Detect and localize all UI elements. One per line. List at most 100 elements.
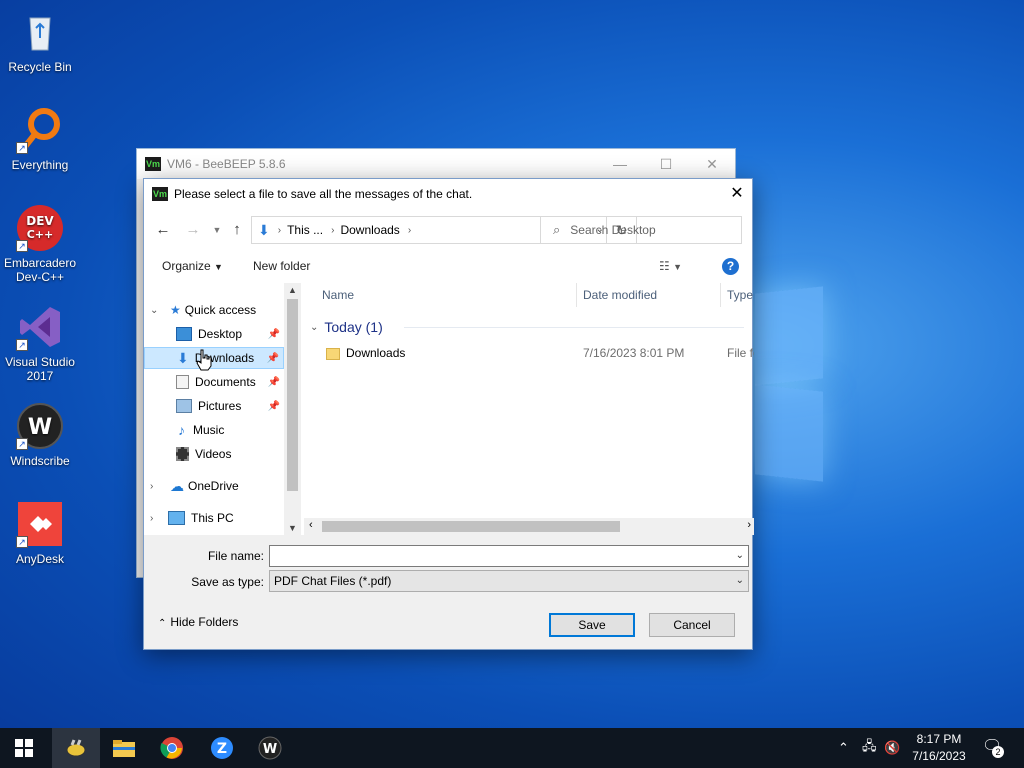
file-list: Name Date modified Type ⌄ Today (1) Down… — [304, 283, 754, 535]
beebeep-titlebar[interactable]: Vm VM6 - BeeBEEP 5.8.6 — ☐ ✕ — [137, 149, 735, 179]
navigation-bar: ← → ▼ ↑ ⬇ › This ... › Downloads › ⌄ ↻ ⌕… — [144, 215, 752, 245]
desktop-icon-label: Visual Studio 2017 — [5, 355, 75, 383]
up-arrow-icon[interactable]: ↑ — [226, 219, 248, 241]
nav-item-music[interactable]: ♪ Music — [144, 419, 284, 441]
pin-icon[interactable]: 📌 — [268, 329, 280, 340]
file-type-cell: File fo — [727, 346, 754, 360]
desktop-icon-visual-studio[interactable]: ↗ Visual Studio 2017 — [0, 303, 80, 383]
nav-item-desktop[interactable]: Desktop 📌 — [144, 323, 284, 345]
clock-time: 8:17 PM — [916, 732, 962, 746]
column-header-type[interactable]: Type — [721, 283, 761, 307]
save-button[interactable]: Save — [549, 613, 635, 637]
volume-muted-icon[interactable]: 🔇 — [884, 728, 900, 768]
notification-center-icon[interactable]: 🗨 2 — [982, 736, 1004, 758]
desktop-icon-anydesk[interactable]: ↗ AnyDesk — [0, 500, 80, 566]
windows-start-icon — [15, 739, 33, 757]
group-label: Today (1) — [324, 319, 383, 335]
start-button[interactable] — [0, 728, 48, 768]
chevron-down-icon: ⌄ — [310, 321, 319, 333]
search-placeholder: Search Desktop — [570, 223, 656, 237]
taskbar-zoom[interactable]: Z — [198, 728, 246, 768]
close-icon[interactable]: ✕ — [689, 156, 735, 173]
forward-arrow-icon[interactable]: → — [182, 219, 204, 241]
column-header-name[interactable]: Name — [304, 283, 577, 307]
chevron-right-icon[interactable]: › — [150, 513, 153, 524]
pin-icon[interactable]: 📌 — [267, 353, 279, 364]
new-folder-button[interactable]: New folder — [253, 259, 310, 273]
nav-this-pc[interactable]: › This PC — [144, 507, 284, 529]
close-icon[interactable]: ✕ — [722, 179, 752, 209]
nav-quick-access[interactable]: ⌄ ★ Quick access — [144, 299, 284, 321]
desktop-icon-everything[interactable]: ↗ Everything — [0, 106, 80, 172]
desktop-icon-devcpp[interactable]: DEV C++ ↗ Embarcadero Dev-C++ — [0, 204, 80, 284]
breadcrumb-this-pc[interactable]: This ... — [287, 223, 323, 237]
show-hidden-icons-chevron-icon[interactable]: ⌃ — [838, 728, 849, 768]
nav-item-label: Desktop — [198, 327, 243, 341]
scroll-left-icon[interactable]: ‹ — [309, 519, 313, 531]
nav-item-pictures[interactable]: Pictures 📌 — [144, 395, 284, 417]
view-options-icon[interactable]: ☷ ▼ — [659, 259, 682, 273]
beebeep-window-title: VM6 - BeeBEEP 5.8.6 — [167, 157, 286, 171]
clock-date: 7/16/2023 — [912, 749, 966, 763]
file-row[interactable]: Downloads 7/16/2023 8:01 PM File fo — [304, 341, 754, 365]
organize-button[interactable]: Organize ▼ — [162, 259, 223, 273]
beebeep-bee-icon — [66, 739, 86, 757]
maximize-icon[interactable]: ☐ — [643, 156, 689, 173]
windows-logo-wallpaper — [755, 286, 825, 482]
search-box[interactable]: ⌕ Search Desktop — [540, 216, 742, 244]
taskbar-windscribe[interactable]: W — [246, 728, 294, 768]
network-icon[interactable]: 🖧 — [862, 728, 877, 768]
beebeep-app-icon: Vm — [152, 187, 168, 201]
star-icon: ★ — [170, 303, 181, 317]
chevron-down-icon[interactable]: ⌄ — [150, 305, 158, 316]
group-header-today[interactable]: ⌄ Today (1) — [310, 319, 383, 335]
nav-item-label: Music — [193, 423, 225, 437]
taskbar-beebeep[interactable] — [52, 728, 100, 768]
recycle-bin-icon — [16, 8, 64, 56]
navigation-pane-scrollbar[interactable]: ▲ ▼ — [284, 283, 301, 535]
taskbar-file-explorer[interactable] — [100, 728, 148, 768]
recent-locations-chevron-icon[interactable]: ▼ — [206, 219, 228, 241]
taskbar-clock[interactable]: 8:17 PM 7/16/2023 — [902, 731, 976, 765]
visual-studio-icon: ↗ — [16, 303, 64, 351]
hide-folders-button[interactable]: ⌃ Hide Folders — [158, 615, 238, 629]
chevron-right-icon[interactable]: › — [150, 481, 153, 492]
column-header-date-modified[interactable]: Date modified — [577, 283, 721, 307]
search-icon: ⌕ — [553, 222, 561, 237]
shortcut-arrow-icon: ↗ — [16, 339, 28, 351]
nav-item-label: Quick access — [184, 303, 257, 317]
nav-onedrive[interactable]: › ☁ OneDrive — [144, 475, 284, 497]
file-name-input[interactable]: ⌄ — [269, 545, 749, 567]
chevron-down-icon: ▼ — [214, 262, 223, 272]
cancel-button[interactable]: Cancel — [649, 613, 735, 637]
pin-icon[interactable]: 📌 — [268, 377, 280, 388]
save-as-type-label: Save as type: — [191, 575, 264, 589]
group-divider — [404, 327, 744, 328]
breadcrumb-downloads[interactable]: Downloads — [340, 223, 399, 237]
minimize-icon[interactable]: — — [597, 156, 643, 173]
nav-item-videos[interactable]: Videos — [144, 443, 284, 465]
chevron-down-icon[interactable]: ⌄ — [736, 571, 744, 591]
file-list-horizontal-scrollbar[interactable]: ‹ › — [304, 518, 754, 535]
shortcut-arrow-icon: ↗ — [16, 240, 28, 252]
scroll-down-icon[interactable]: ▼ — [284, 523, 301, 533]
desktop-icon-label: AnyDesk — [15, 552, 65, 566]
scroll-right-icon[interactable]: › — [747, 519, 751, 531]
desktop-icon-windscribe[interactable]: W ↗ Windscribe — [0, 402, 80, 468]
taskbar-chrome[interactable] — [148, 728, 196, 768]
save-as-type-select[interactable]: PDF Chat Files (*.pdf) ⌄ — [269, 570, 749, 592]
back-arrow-icon[interactable]: ← — [152, 219, 174, 241]
help-icon[interactable]: ? — [722, 258, 739, 275]
scroll-up-icon[interactable]: ▲ — [284, 285, 301, 295]
nav-item-documents[interactable]: Documents 📌 — [144, 371, 284, 393]
scrollbar-thumb[interactable] — [287, 299, 298, 491]
desktop-icon-recycle-bin[interactable]: Recycle Bin — [0, 8, 80, 74]
chevron-down-icon[interactable]: ⌄ — [736, 546, 744, 566]
windscribe-icon: W — [258, 736, 282, 760]
nav-item-downloads[interactable]: ⬇ Downloads 📌 — [144, 347, 284, 369]
dialog-footer: File name: ⌄ Save as type: PDF Chat File… — [144, 535, 752, 649]
dialog-titlebar[interactable]: Vm Please select a file to save all the … — [144, 179, 752, 209]
file-date-cell: 7/16/2023 8:01 PM — [583, 346, 685, 360]
scrollbar-thumb[interactable] — [322, 521, 620, 532]
pin-icon[interactable]: 📌 — [268, 401, 280, 412]
